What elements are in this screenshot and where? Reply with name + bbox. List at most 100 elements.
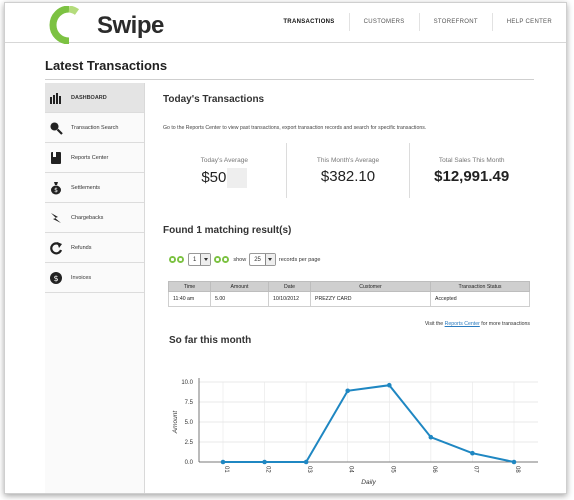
sidebar-item-transaction-search[interactable]: Transaction Search — [45, 113, 144, 143]
title-divider — [45, 79, 534, 80]
y-tick-label: 7.5 — [185, 400, 194, 406]
sidebar-item-dashboard[interactable]: DASHBOARD — [45, 83, 144, 113]
data-point — [511, 459, 517, 465]
last-page-icon[interactable] — [222, 256, 230, 263]
prev-page-icon[interactable] — [177, 256, 184, 263]
redacted-area — [227, 168, 248, 188]
table-header-row: Time Amount Date Customer Transaction St… — [168, 281, 530, 292]
sidebar-item-reports-center[interactable]: Reports Center — [45, 143, 144, 173]
data-point — [220, 459, 226, 465]
cell-time: 11:40 am — [168, 291, 211, 307]
sidebar-item-chargebacks[interactable]: Chargebacks — [45, 203, 144, 233]
nav-storefront[interactable]: STOREFRONT — [418, 13, 492, 31]
column-header[interactable]: Amount — [210, 281, 269, 292]
page-select[interactable]: 1 — [188, 253, 212, 266]
cell-date: 10/10/2012 — [268, 291, 311, 307]
series-line — [223, 384, 515, 463]
bar-chart-icon — [49, 91, 63, 105]
stat-value: $382.10 — [320, 168, 376, 185]
sidebar-item-settlements[interactable]: $ Settlements — [45, 173, 144, 203]
lightning-icon — [49, 211, 63, 225]
swipe-logo-icon — [49, 5, 80, 45]
visit-suffix: for more transactions — [481, 321, 530, 327]
x-tick-label: 08 — [514, 466, 520, 473]
x-tick-label: 02 — [265, 466, 271, 473]
sidebar-item-refunds[interactable]: Refunds — [45, 233, 144, 263]
app-window: Swipe TRANSACTIONS CUSTOMERS STOREFRONT … — [4, 2, 567, 494]
data-point — [428, 434, 434, 440]
y-tick-label: 2.5 — [185, 440, 194, 446]
stat-value-text: $50 — [201, 168, 227, 186]
y-tick-label: 0.0 — [185, 460, 194, 466]
dollar-coin-icon: $ — [49, 271, 63, 285]
nav-customers[interactable]: CUSTOMERS — [348, 13, 419, 31]
data-point — [386, 382, 392, 388]
sidebar-item-label: Chargebacks — [71, 214, 104, 221]
today-title: Today's Transactions — [163, 94, 265, 105]
visit-prefix: Visit the — [424, 321, 444, 327]
stat-value: $50 — [163, 168, 286, 188]
nav-help-center[interactable]: HELP CENTER — [491, 13, 566, 31]
x-tick-label: 07 — [472, 466, 478, 473]
sidebar-item-label: Refunds — [71, 244, 92, 251]
sidebar: DASHBOARD Transaction Search Reports Cen… — [45, 83, 145, 493]
sidebar-item-label: Transaction Search — [71, 124, 119, 131]
reports-link-line: Visit the Reports Center for more transa… — [163, 321, 530, 327]
nav-transactions[interactable]: TRANSACTIONS — [269, 13, 348, 31]
stats-row: Today's Average $50 This Month's Average… — [163, 143, 533, 198]
stat-total-sales: Total Sales This Month $12,991.49 — [409, 143, 533, 198]
sidebar-item-invoices[interactable]: $ Invoices — [45, 263, 144, 293]
results-title: Found 1 matching result(s) — [163, 225, 292, 236]
stat-label: This Month's Average — [316, 157, 380, 164]
x-tick-label: 03 — [306, 466, 312, 473]
x-tick-label: 04 — [348, 466, 354, 473]
cell-customer: PREZZY CARD — [310, 291, 431, 307]
svg-text:$: $ — [54, 187, 58, 194]
x-tick-label: 06 — [431, 466, 437, 473]
chevron-down-icon — [200, 254, 211, 265]
intro-text: Go to the Reports Center to view past tr… — [163, 125, 427, 131]
page-select-value: 1 — [193, 256, 197, 263]
x-tick-label: 01 — [223, 466, 229, 473]
refresh-arrow-icon — [49, 241, 63, 255]
x-axis-label: Daily — [361, 479, 376, 486]
sidebar-item-label: Reports Center — [71, 154, 109, 161]
top-bar: Swipe TRANSACTIONS CUSTOMERS STOREFRONT … — [5, 3, 566, 45]
stat-today-average: Today's Average $50 — [163, 143, 286, 198]
per-page-value: 25 — [254, 256, 261, 263]
column-header[interactable]: Date — [268, 281, 311, 292]
per-page-label: records per page — [278, 256, 321, 263]
data-point — [303, 459, 309, 465]
cell-amount: 5.00 — [210, 291, 269, 307]
chevron-down-icon — [264, 254, 275, 265]
cell-status: Accepted — [430, 291, 530, 307]
brand-logo[interactable]: Swipe — [43, 5, 164, 45]
sidebar-item-label: DASHBOARD — [71, 94, 107, 101]
page-title: Latest Transactions — [45, 58, 168, 73]
stat-label: Today's Average — [200, 157, 249, 164]
x-tick-label: 05 — [389, 466, 395, 473]
table-row[interactable]: 11:40 am 5.00 10/10/2012 PREZZY CARD Acc… — [168, 291, 530, 307]
svg-text:$: $ — [53, 274, 58, 283]
per-page-select[interactable]: 25 — [249, 253, 276, 266]
main-nav: TRANSACTIONS CUSTOMERS STOREFRONT HELP C… — [269, 13, 566, 31]
money-bag-icon: $ — [49, 181, 63, 195]
column-header[interactable]: Customer — [310, 281, 431, 292]
y-tick-label: 10.0 — [181, 380, 193, 386]
column-header[interactable]: Time — [168, 281, 211, 292]
next-page-icon[interactable] — [214, 256, 222, 263]
transactions-table: Time Amount Date Customer Transaction St… — [168, 281, 530, 307]
month-title: So far this month — [169, 335, 252, 346]
show-label: show — [233, 256, 247, 263]
sidebar-item-label: Invoices — [71, 274, 92, 281]
stat-value: $12,991.49 — [434, 168, 510, 185]
book-icon — [49, 151, 63, 165]
reports-center-link[interactable]: Reports Center — [445, 321, 480, 327]
data-point — [345, 388, 351, 394]
column-header[interactable]: Transaction Status — [430, 281, 530, 292]
magnifier-icon — [49, 121, 63, 135]
data-point — [470, 450, 475, 456]
data-point — [262, 459, 267, 465]
y-tick-label: 5.0 — [185, 420, 194, 426]
first-page-icon[interactable] — [169, 256, 176, 263]
